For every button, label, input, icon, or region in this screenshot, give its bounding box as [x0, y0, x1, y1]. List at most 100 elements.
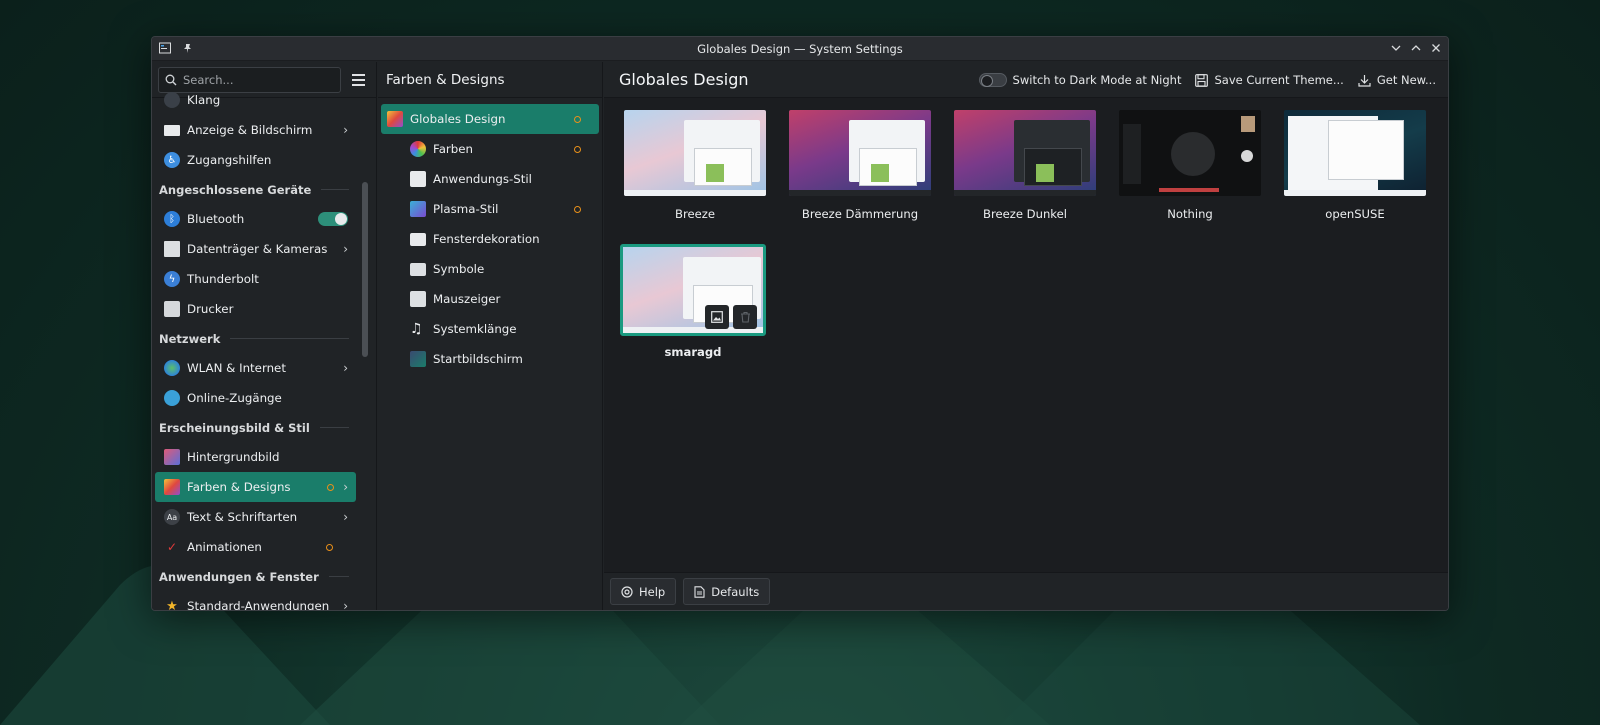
accessibility-icon: ♿ — [164, 152, 180, 168]
subpanel-item-globales-design[interactable]: Globales Design — [381, 104, 599, 134]
get-new-button[interactable]: Get New... — [1358, 73, 1436, 87]
thunderbolt-icon: ϟ — [164, 271, 180, 287]
sidebar-item-online-zugaenge[interactable]: Online-Zugänge — [155, 383, 356, 413]
pin-icon[interactable] — [179, 40, 195, 56]
star-icon: ★ — [166, 598, 178, 611]
help-button[interactable]: Help — [610, 578, 677, 605]
subpanel-item-label: Mauszeiger — [433, 292, 501, 306]
subpanel-item-mauszeiger[interactable]: Mauszeiger — [381, 284, 599, 314]
modified-indicator — [326, 543, 333, 551]
chevron-right-icon: › — [343, 599, 348, 610]
section-header: Erscheinungsbild & Stil — [152, 413, 359, 442]
sidebar-item-text-schriftarten[interactable]: Aa Text & Schriftarten › — [155, 502, 356, 532]
title-bar: Globales Design — System Settings — [152, 37, 1448, 61]
global-theme-icon — [387, 111, 403, 127]
help-icon — [621, 585, 633, 598]
subpanel-item-plasma-stil[interactable]: Plasma-Stil — [381, 194, 599, 224]
sidebar-item-klang[interactable]: Klang — [155, 85, 356, 115]
window-menu-icon[interactable] — [157, 40, 173, 56]
theme-name: Breeze — [675, 207, 715, 221]
sidebar-item-thunderbolt[interactable]: ϟ Thunderbolt — [155, 264, 356, 294]
subpanel-item-symbole[interactable]: Symbole — [381, 254, 599, 284]
sidebar-item-label: Farben & Designs — [187, 480, 291, 494]
help-label: Help — [639, 584, 666, 599]
get-new-label: Get New... — [1376, 73, 1436, 87]
maximize-icon[interactable] — [1408, 40, 1424, 56]
sidebar-item-label: Thunderbolt — [187, 272, 259, 286]
minimize-icon[interactable] — [1388, 40, 1404, 56]
theme-preview — [789, 110, 931, 196]
preview-image-icon[interactable] — [705, 305, 729, 329]
subpanel-item-label: Globales Design — [410, 112, 506, 126]
sidebar-item-label: Animationen — [187, 540, 262, 554]
theme-card-breeze-dunkel[interactable]: Breeze Dunkel — [952, 110, 1098, 221]
theme-preview — [1284, 110, 1426, 196]
sidebar-item-hintergrundbild[interactable]: Hintergrundbild — [155, 442, 356, 472]
subpanel-item-systemklaenge[interactable]: ♫ Systemklänge — [381, 314, 599, 344]
sidebar-item-zugangshilfen[interactable]: ♿ Zugangshilfen — [155, 145, 356, 175]
close-icon[interactable] — [1428, 40, 1444, 56]
theme-card-smaragd[interactable]: smaragd — [620, 244, 766, 359]
download-icon — [1358, 74, 1371, 87]
sidebar-item-label: Hintergrundbild — [187, 450, 280, 464]
sidebar-item-label: Standard-Anwendungen — [187, 599, 330, 610]
sidebar-item-standard-anwendungen[interactable]: ★ Standard-Anwendungen › — [155, 591, 356, 611]
drive-icon — [164, 241, 180, 257]
application-style-icon — [410, 171, 426, 187]
subpanel-item-startbildschirm[interactable]: Startbildschirm — [381, 344, 599, 374]
theme-card-opensuse[interactable]: openSUSE — [1282, 110, 1428, 221]
trash-icon[interactable] — [733, 305, 757, 329]
sidebar-item-label: Online-Zugänge — [187, 391, 282, 405]
sidebar-item-bluetooth[interactable]: ᛒ Bluetooth — [155, 204, 356, 234]
theme-card-nothing[interactable]: Nothing — [1117, 110, 1263, 221]
window-title: Globales Design — System Settings — [697, 41, 903, 56]
subpanel-item-label: Fensterdekoration — [433, 232, 540, 246]
cursor-icon — [410, 291, 426, 307]
music-note-icon: ♫ — [410, 321, 423, 337]
subpanel-item-fensterdekoration[interactable]: Fensterdekoration — [381, 224, 599, 254]
sidebar-item-drucker[interactable]: Drucker — [155, 294, 356, 324]
save-icon — [1195, 73, 1209, 87]
defaults-label: Defaults — [711, 584, 760, 599]
theme-name: openSUSE — [1325, 207, 1385, 221]
plasma-style-icon — [410, 201, 426, 217]
sidebar-scrollbar[interactable] — [362, 182, 368, 357]
toggle-switch[interactable] — [978, 73, 1007, 87]
modified-indicator — [574, 205, 581, 213]
subpanel-item-anwendungs-stil[interactable]: Anwendungs-Stil — [381, 164, 599, 194]
icons-icon — [410, 262, 426, 276]
sidebar-item-animationen[interactable]: ✓ Animationen — [155, 532, 356, 562]
theme-name: smaragd — [664, 345, 722, 359]
save-theme-button[interactable]: Save Current Theme... — [1195, 73, 1344, 87]
section-header: Anwendungen & Fenster — [152, 562, 359, 591]
dark-mode-label: Switch to Dark Mode at Night — [1012, 73, 1182, 87]
sidebar-item-anzeige[interactable]: Anzeige & Bildschirm › — [155, 115, 356, 145]
splash-screen-icon — [410, 351, 426, 367]
sidebar-item-label: Zugangshilfen — [187, 153, 272, 167]
theme-name: Breeze Dämmerung — [801, 207, 919, 221]
sidebar-item-label: Klang — [187, 93, 221, 107]
defaults-button[interactable]: Defaults — [683, 578, 771, 605]
subpanel-item-farben[interactable]: Farben — [381, 134, 599, 164]
subpanel-item-label: Farben — [433, 142, 474, 156]
online-accounts-icon — [164, 390, 180, 406]
dark-mode-switch[interactable]: Switch to Dark Mode at Night — [978, 73, 1182, 87]
save-theme-label: Save Current Theme... — [1214, 73, 1344, 87]
theme-name: Nothing — [1167, 207, 1213, 221]
monitor-icon — [164, 124, 180, 136]
theme-card-breeze[interactable]: Breeze — [622, 110, 768, 221]
sidebar-item-wlan[interactable]: WLAN & Internet › — [155, 353, 356, 383]
printer-icon — [164, 301, 180, 317]
sidebar-item-label: Drucker — [187, 302, 234, 316]
sidebar-item-label: Datenträger & Kameras — [187, 242, 328, 256]
sidebar-item-datentraeger[interactable]: Datenträger & Kameras › — [155, 234, 356, 264]
category-sidebar: Klang Anzeige & Bildschirm › ♿ Zugangshi… — [152, 62, 377, 610]
globe-icon — [164, 360, 180, 376]
sidebar-item-farben-designs[interactable]: Farben & Designs › — [155, 472, 356, 502]
theme-card-breeze-daemmerung[interactable]: Breeze Dämmerung — [787, 110, 933, 221]
bluetooth-toggle[interactable] — [318, 212, 348, 226]
chevron-right-icon: › — [343, 480, 348, 494]
theme-preview — [1119, 110, 1261, 196]
subpanel-item-label: Systemklänge — [433, 322, 517, 336]
page-title: Globales Design — [619, 70, 749, 89]
